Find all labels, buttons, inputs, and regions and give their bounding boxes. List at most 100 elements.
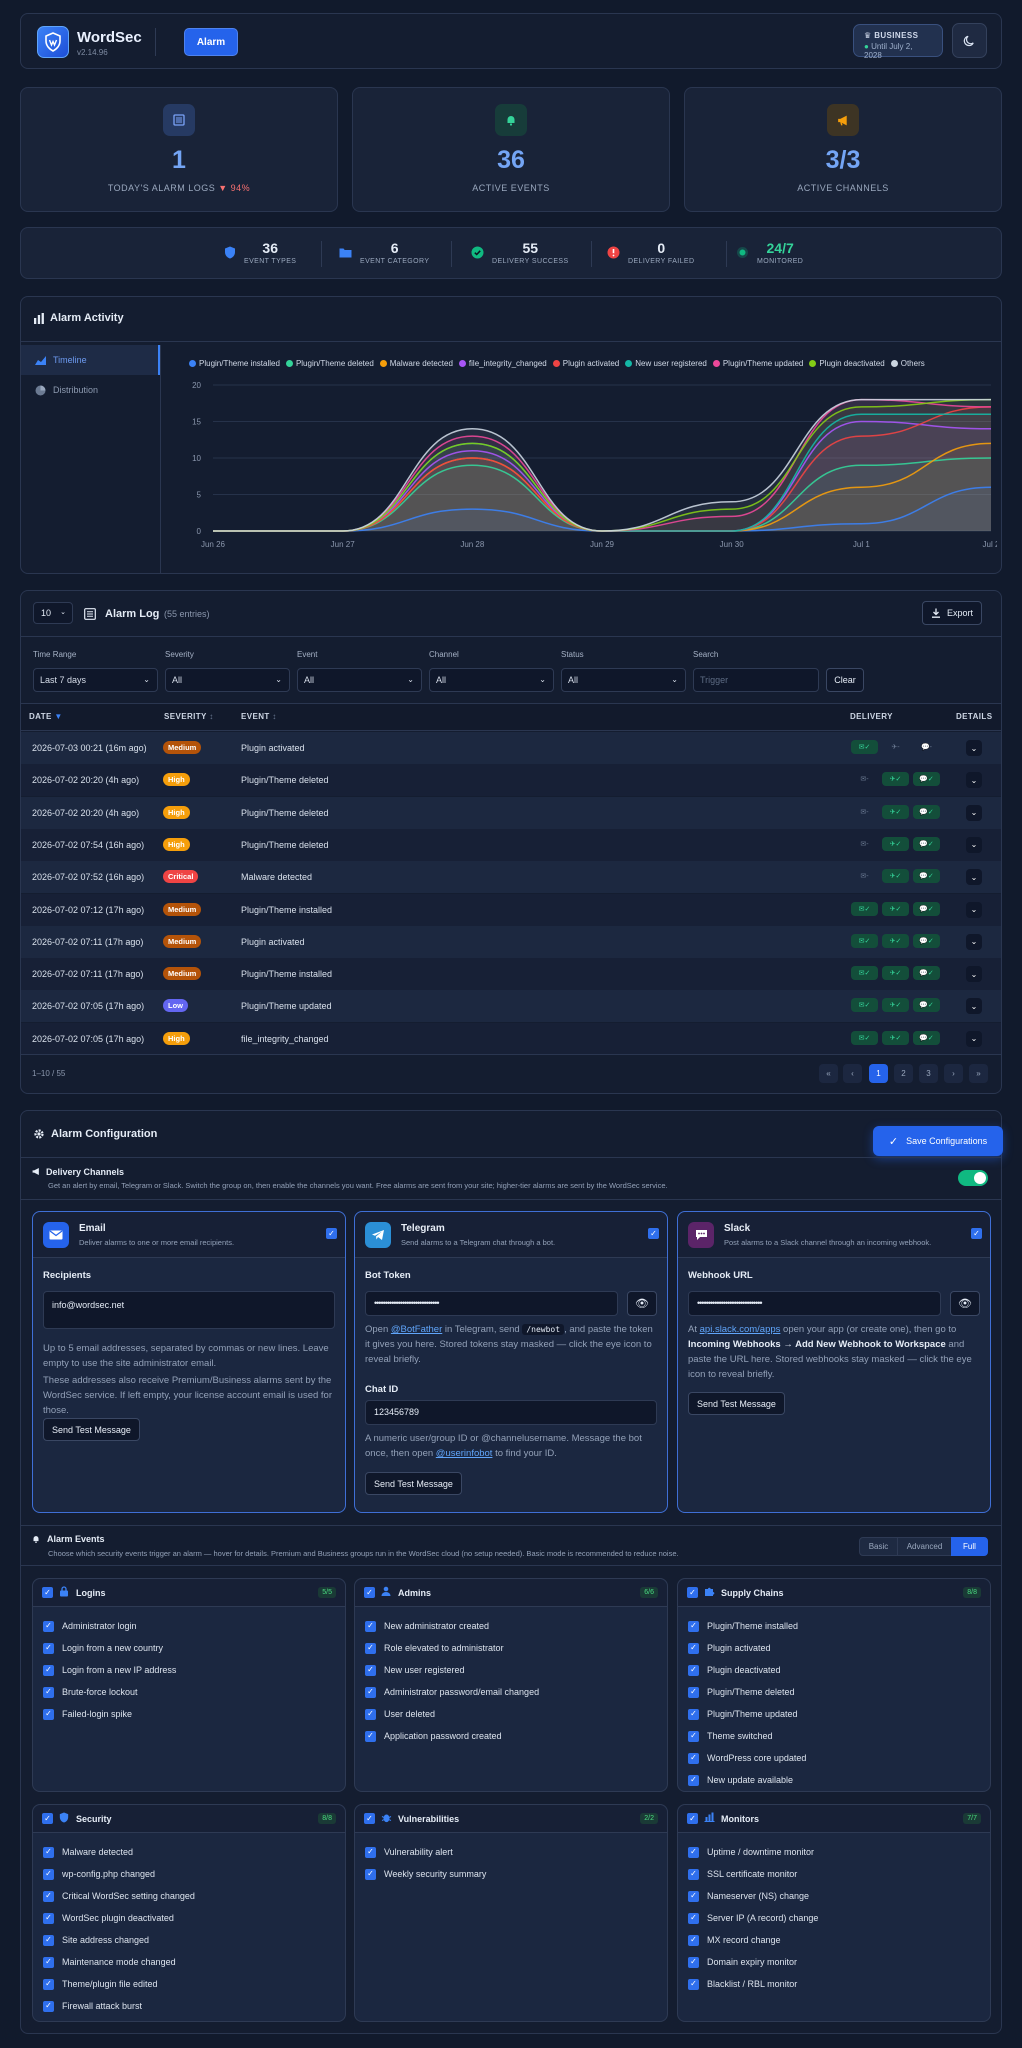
- legend-item[interactable]: file_integrity_changed: [458, 359, 547, 368]
- legend-item[interactable]: Plugin activated: [552, 359, 619, 368]
- event-item[interactable]: ✓ Firewall attack burst: [43, 1995, 345, 2017]
- event-item[interactable]: ✓ Administrator password/email changed: [365, 1681, 667, 1703]
- event-item[interactable]: ✓ Brute-force lockout: [43, 1681, 345, 1703]
- column-header-event[interactable]: EVENT ↕: [241, 712, 277, 721]
- mode-advanced-button[interactable]: Advanced: [897, 1537, 952, 1556]
- event-item[interactable]: ✓ Login from a new IP address: [43, 1659, 345, 1681]
- chat-id-input[interactable]: 123456789: [365, 1400, 657, 1425]
- event-checkbox[interactable]: ✓: [43, 1868, 54, 1880]
- last-page-button[interactable]: »: [969, 1064, 988, 1083]
- table-row[interactable]: 2026-07-02 20:20 (4h ago) High Plugin/Th…: [21, 796, 1001, 829]
- event-item[interactable]: ✓ SSL certificate monitor: [688, 1863, 990, 1885]
- legend-item[interactable]: Plugin/Theme deleted: [285, 359, 374, 368]
- page-3-button[interactable]: 3: [919, 1064, 938, 1083]
- export-button[interactable]: Export: [922, 601, 982, 625]
- slack-enable-checkbox[interactable]: ✓: [971, 1228, 982, 1239]
- event-checkbox[interactable]: ✓: [365, 1620, 376, 1632]
- event-checkbox[interactable]: ✓: [365, 1730, 376, 1742]
- event-item[interactable]: ✓ Vulnerability alert: [365, 1841, 667, 1863]
- mode-basic-button[interactable]: Basic: [859, 1537, 898, 1556]
- event-checkbox[interactable]: ✓: [688, 1890, 699, 1902]
- event-checkbox[interactable]: ✓: [688, 1912, 699, 1924]
- table-row[interactable]: 2026-07-02 07:54 (16h ago) High Plugin/T…: [21, 828, 1001, 861]
- group-checkbox[interactable]: ✓: [687, 1587, 698, 1598]
- event-item[interactable]: ✓ Role elevated to administrator: [365, 1637, 667, 1659]
- prev-page-button[interactable]: ‹: [843, 1064, 862, 1083]
- nav-alarm-button[interactable]: Alarm: [184, 28, 238, 56]
- event-item[interactable]: ✓ Blacklist / RBL monitor: [688, 1973, 990, 1995]
- userinfobot-link[interactable]: @userinfobot: [436, 1448, 493, 1459]
- page-2-button[interactable]: 2: [894, 1064, 913, 1083]
- tab-distribution[interactable]: Distribution: [21, 375, 160, 405]
- expand-row-button[interactable]: ⌄: [966, 869, 982, 886]
- group-checkbox[interactable]: ✓: [364, 1813, 375, 1824]
- event-item[interactable]: ✓ Login from a new country: [43, 1637, 345, 1659]
- event-checkbox[interactable]: ✓: [365, 1708, 376, 1720]
- event-item[interactable]: ✓ Domain expiry monitor: [688, 1951, 990, 1973]
- event-checkbox[interactable]: ✓: [688, 1868, 699, 1880]
- event-checkbox[interactable]: ✓: [688, 1956, 699, 1968]
- event-item[interactable]: ✓ Plugin activated: [688, 1637, 990, 1659]
- expand-row-button[interactable]: ⌄: [966, 933, 982, 950]
- table-row[interactable]: 2026-07-03 00:21 (16m ago) Medium Plugin…: [21, 732, 1001, 764]
- group-checkbox[interactable]: ✓: [42, 1813, 53, 1824]
- slack-api-link[interactable]: api.slack.com/apps: [700, 1324, 781, 1335]
- event-item[interactable]: ✓ Critical WordSec setting changed: [43, 1885, 345, 1907]
- reveal-token-button[interactable]: 👁: [627, 1291, 657, 1316]
- event-item[interactable]: ✓ New update available: [688, 1769, 990, 1791]
- reveal-webhook-button[interactable]: 👁: [950, 1291, 980, 1316]
- expand-row-button[interactable]: ⌄: [966, 1030, 982, 1047]
- table-row[interactable]: 2026-07-02 07:05 (17h ago) Low Plugin/Th…: [21, 990, 1001, 1023]
- event-checkbox[interactable]: ✓: [43, 1978, 54, 1990]
- event-item[interactable]: ✓ WordSec plugin deactivated: [43, 1907, 345, 1929]
- recipients-input[interactable]: info@wordsec.net: [43, 1291, 335, 1329]
- event-item[interactable]: ✓ Plugin/Theme installed: [688, 1615, 990, 1637]
- severity-select[interactable]: All ⌄: [165, 668, 290, 692]
- time-range-select[interactable]: Last 7 days ⌄: [33, 668, 158, 692]
- tab-timeline[interactable]: Timeline: [21, 345, 160, 375]
- event-checkbox[interactable]: ✓: [365, 1846, 376, 1858]
- event-checkbox[interactable]: ✓: [688, 1664, 699, 1676]
- first-page-button[interactable]: «: [819, 1064, 838, 1083]
- legend-item[interactable]: Others: [890, 359, 925, 368]
- page-1-button[interactable]: 1: [869, 1064, 888, 1083]
- event-item[interactable]: ✓ Plugin deactivated: [688, 1659, 990, 1681]
- wordsec-logo-icon[interactable]: [37, 26, 69, 58]
- event-item[interactable]: ✓ Site address changed: [43, 1929, 345, 1951]
- group-checkbox[interactable]: ✓: [364, 1587, 375, 1598]
- event-item[interactable]: ✓ User deleted: [365, 1703, 667, 1725]
- event-item[interactable]: ✓ New administrator created: [365, 1615, 667, 1637]
- legend-item[interactable]: Plugin/Theme updated: [712, 359, 803, 368]
- event-item[interactable]: ✓ Application password created: [365, 1725, 667, 1747]
- table-row[interactable]: 2026-07-02 07:11 (17h ago) Medium Plugin…: [21, 958, 1001, 991]
- bot-token-input[interactable]: ••••••••••••••••••••••••••••••: [365, 1291, 618, 1316]
- table-row[interactable]: 2026-07-02 07:12 (17h ago) Medium Plugin…: [21, 893, 1001, 926]
- clear-button[interactable]: Clear: [826, 668, 864, 692]
- table-row[interactable]: 2026-07-02 07:52 (16h ago) Critical Malw…: [21, 861, 1001, 894]
- save-configurations-button[interactable]: ✓ Save Configurations: [873, 1126, 1003, 1156]
- table-row[interactable]: 2026-07-02 07:05 (17h ago) High file_int…: [21, 1022, 1001, 1055]
- event-item[interactable]: ✓ Malware detected: [43, 1841, 345, 1863]
- event-checkbox[interactable]: ✓: [688, 1642, 699, 1654]
- event-checkbox[interactable]: ✓: [43, 1912, 54, 1924]
- legend-item[interactable]: Malware detected: [379, 359, 453, 368]
- event-item[interactable]: ✓ Server IP (A record) change: [688, 1907, 990, 1929]
- table-row[interactable]: 2026-07-02 07:11 (17h ago) Medium Plugin…: [21, 925, 1001, 958]
- email-enable-checkbox[interactable]: ✓: [326, 1228, 337, 1239]
- expand-row-button[interactable]: ⌄: [966, 804, 982, 821]
- event-checkbox[interactable]: ✓: [43, 1642, 54, 1654]
- slack-send-test-button[interactable]: Send Test Message: [688, 1392, 785, 1415]
- webhook-url-input[interactable]: ••••••••••••••••••••••••••••••: [688, 1291, 941, 1316]
- search-input[interactable]: Trigger: [693, 668, 819, 692]
- event-item[interactable]: ✓ Theme/plugin file edited: [43, 1973, 345, 1995]
- event-checkbox[interactable]: ✓: [688, 1730, 699, 1742]
- expand-row-button[interactable]: ⌄: [966, 901, 982, 918]
- event-checkbox[interactable]: ✓: [43, 1934, 54, 1946]
- event-item[interactable]: ✓ wp-config.php changed: [43, 1863, 345, 1885]
- event-item[interactable]: ✓ Plugin/Theme deleted: [688, 1681, 990, 1703]
- event-checkbox[interactable]: ✓: [43, 1956, 54, 1968]
- theme-toggle-button[interactable]: [952, 23, 987, 58]
- channel-select[interactable]: All ⌄: [429, 668, 554, 692]
- event-checkbox[interactable]: ✓: [43, 1846, 54, 1858]
- event-checkbox[interactable]: ✓: [688, 1978, 699, 1990]
